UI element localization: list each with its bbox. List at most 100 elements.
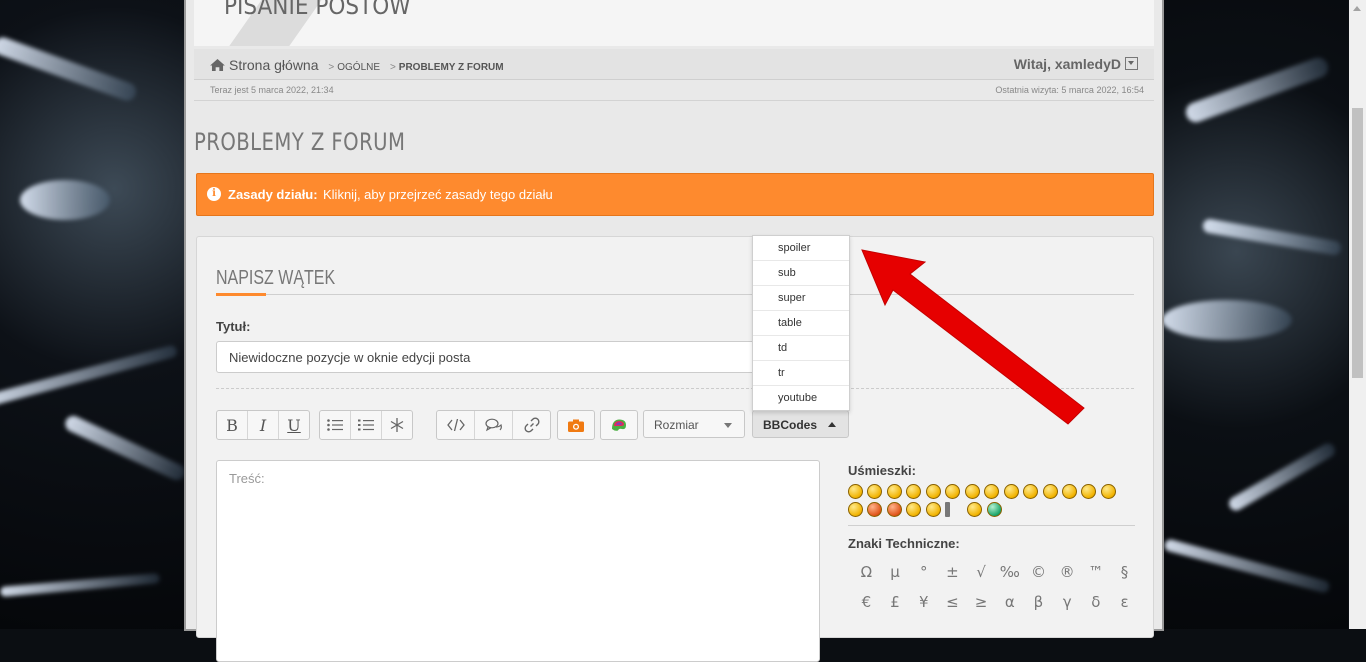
char-item[interactable]: ‰ [995,561,1024,583]
char-item[interactable]: ™ [1082,561,1111,583]
asterisk-icon [390,418,404,432]
bbcode-sub[interactable]: sub [753,261,849,286]
smiley-icon[interactable] [886,484,902,499]
smiley-icon[interactable] [1003,484,1019,499]
smiley-icon[interactable] [945,502,951,517]
smiley-icon[interactable] [964,484,980,499]
color-picker-button[interactable] [601,411,637,439]
smiley-icon[interactable] [848,502,863,517]
page-scrollbar[interactable] [1349,0,1366,629]
font-size-select[interactable]: Rozmiar [643,410,745,438]
link-icon [523,417,540,433]
breadcrumb-ogolne[interactable]: OGÓLNE [337,62,380,73]
image-group [557,410,595,440]
smiley-icon[interactable] [925,502,941,517]
smiley-icon[interactable] [925,484,941,499]
devil-smiley-icon[interactable] [886,502,902,517]
smiley-icon[interactable] [967,502,983,517]
devil-smiley-icon[interactable] [867,502,883,517]
chevron-right-icon: > [328,62,335,73]
char-item[interactable]: δ [1082,591,1111,613]
bbcode-table[interactable]: table [753,311,849,336]
list-group [319,410,413,440]
image-upload-button[interactable] [558,411,594,439]
welcome-text[interactable]: Witaj, xamledyD [1014,56,1121,72]
scrollbar-thumb[interactable] [1352,108,1363,378]
heading-divider [216,293,1134,296]
user-menu[interactable]: Witaj, xamledyD [1014,56,1138,72]
bbcodes-value: BBCodes [763,418,818,432]
char-item[interactable]: ° [909,561,938,583]
char-item[interactable]: ε [1110,591,1139,613]
bold-button[interactable]: B [217,411,248,439]
post-form-panel: NAPISZ WĄTEK Tytuł: Niewidoczne pozycje … [196,236,1154,662]
bbcode-youtube[interactable]: youtube [753,386,849,410]
bbcode-tr[interactable]: tr [753,361,849,386]
code-button[interactable] [437,411,475,439]
forum-rules-bar[interactable]: Zasady działu: Kliknij, aby przejrzeć za… [196,173,1154,216]
char-item[interactable]: √ [967,561,996,583]
form-divider [216,388,1134,389]
page-title[interactable]: PROBLEMY Z FORUM [194,128,405,156]
char-item[interactable]: ¥ [909,591,938,613]
bbcode-super[interactable]: super [753,286,849,311]
italic-button[interactable]: I [248,411,279,439]
title-input[interactable]: Niewidoczne pozycje w oknie edycji posta [216,341,816,373]
text-format-group: B I U [216,410,310,440]
bbcode-td[interactable]: td [753,336,849,361]
char-item[interactable]: § [1110,561,1139,583]
link-button[interactable] [513,411,550,439]
editor-sidebar: Uśmieszki: Znaki Techniczne: Ω µ ° ± √ ‰… [848,463,1135,613]
last-visit: Ostatnia wizyta: 5 marca 2022, 16:54 [995,85,1144,95]
title-label: Tytuł: [216,319,251,334]
comments-icon [484,418,502,432]
smiley-icon[interactable] [1042,484,1058,499]
green-smiley-icon[interactable] [986,502,1002,517]
content-textarea[interactable]: Treść: [216,460,820,662]
dropdown-caret-icon[interactable] [1125,57,1138,70]
char-item[interactable]: £ [881,591,910,613]
page-banner: PISANIE POSTÓW [194,0,1154,46]
bullet-list-icon [327,419,343,431]
char-item[interactable]: α [995,591,1024,613]
bbcode-spoiler[interactable]: spoiler [753,236,849,261]
forum-page: PISANIE POSTÓW Strona główna > OGÓLNE > PR… [186,0,1162,662]
smiley-icon[interactable] [848,484,863,499]
numbered-list-button[interactable] [351,411,382,439]
smiley-icon[interactable] [1023,484,1039,499]
smiley-icon[interactable] [906,502,922,517]
bullet-list-button[interactable] [320,411,351,439]
char-item[interactable]: µ [881,561,910,583]
smiley-icon[interactable] [867,484,883,499]
smiley-icon[interactable] [1081,484,1097,499]
home-icon [210,59,225,71]
bbcodes-select[interactable]: BBCodes [752,410,849,438]
char-item[interactable]: ≤ [938,591,967,613]
code-icon [446,419,465,431]
char-item[interactable]: ≥ [967,591,996,613]
char-item[interactable]: ® [1053,561,1082,583]
smiley-icon[interactable] [945,484,961,499]
rules-link[interactable]: Kliknij, aby przejrzeć zasady tego dział… [323,187,553,202]
list-item-button[interactable] [382,411,412,439]
smiley-icon[interactable] [1100,484,1116,499]
quote-button[interactable] [475,411,513,439]
smiley-icon[interactable] [1061,484,1077,499]
breadcrumb-bar: Strona główna > OGÓLNE > PROBLEMY Z FORUM … [194,49,1154,80]
char-item[interactable]: € [852,591,881,613]
bbcodes-dropdown-menu: spoiler sub super table td tr youtube [752,235,850,411]
char-item[interactable]: β [1024,591,1053,613]
breadcrumb-home[interactable]: Strona główna [229,57,319,73]
breadcrumb-problemy[interactable]: PROBLEMY Z FORUM [399,62,504,73]
scroll-up-icon[interactable] [1353,6,1361,11]
char-item[interactable]: © [1024,561,1053,583]
char-item[interactable]: Ω [852,561,881,583]
sidebar-divider [848,525,1135,526]
smiley-icon[interactable] [984,484,1000,499]
chevron-down-icon [724,423,732,428]
smiley-icon[interactable] [906,484,922,499]
char-item[interactable]: γ [1053,591,1082,613]
underline-button[interactable]: U [279,411,309,439]
chevron-right-icon: > [389,62,396,73]
char-item[interactable]: ± [938,561,967,583]
